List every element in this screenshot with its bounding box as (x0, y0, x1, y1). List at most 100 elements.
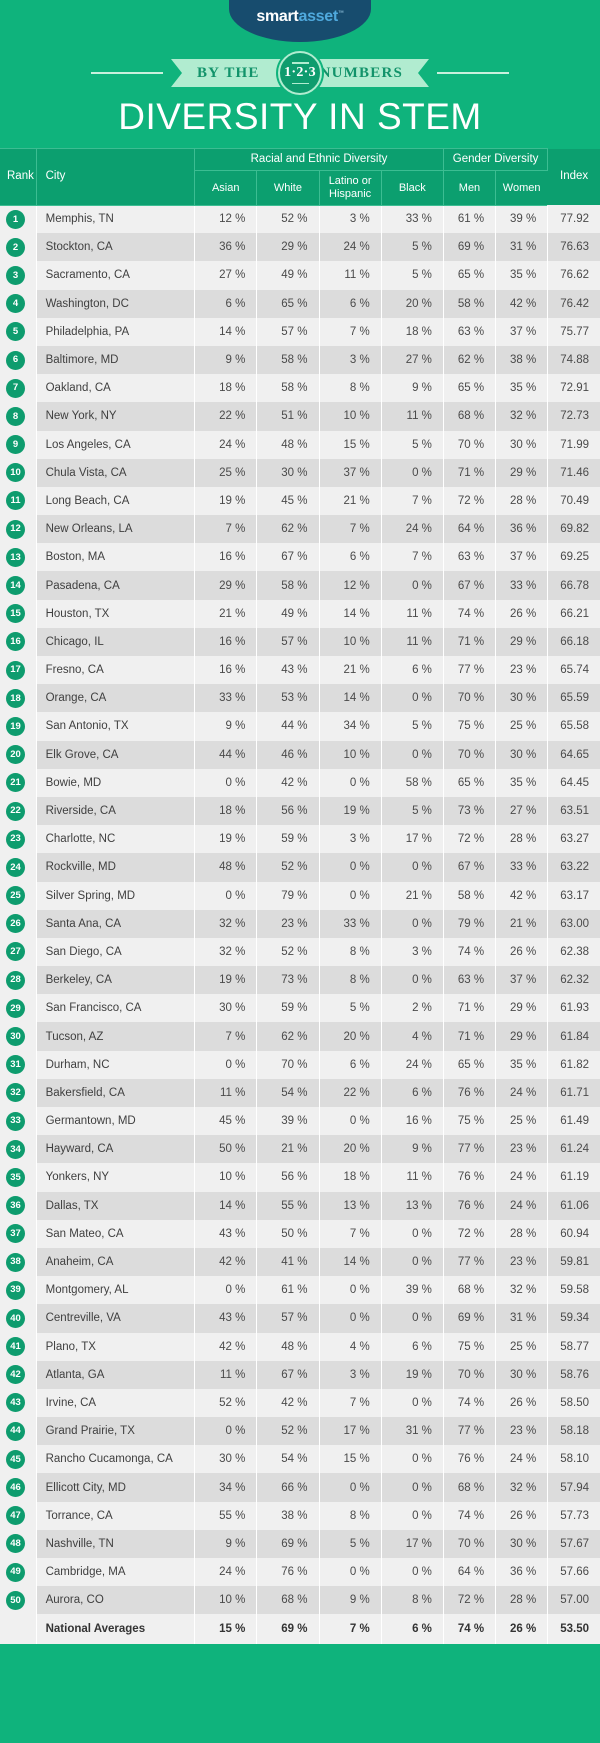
rank-cell: 34 (0, 1135, 37, 1164)
white-cell: 49 % (256, 599, 320, 628)
latino-cell: 7 % (319, 1388, 382, 1418)
column-header-index[interactable]: Index (547, 148, 600, 205)
white-cell: 23 % (256, 909, 320, 938)
rank-cell: 10 (0, 458, 37, 487)
column-header-latino[interactable]: Latino or Hispanic (318, 170, 382, 206)
index-cell: 72.91 (547, 374, 600, 403)
index-cell: 65.58 (547, 712, 600, 741)
women-cell: 36 % (495, 515, 549, 544)
men-cell: 75 % (443, 1332, 497, 1361)
latino-cell: 9 % (319, 1586, 382, 1615)
table-row: 13 Boston, MA 16 % 67 % 6 % 7 % 63 % 37 % 69.25 (0, 543, 600, 572)
index-cell: 62.38 (547, 937, 600, 967)
black-cell: 0 % (381, 740, 444, 769)
city-cell: Torrance, CA (36, 1501, 196, 1530)
city-cell: Grand Prairie, TX (36, 1417, 196, 1446)
smartasset-logo[interactable]: smartasset™ (229, 0, 371, 42)
asian-cell: 30 % (194, 1445, 258, 1474)
rank-cell: 28 (0, 966, 37, 995)
white-cell: 44 % (256, 712, 320, 741)
index-cell: 75.77 (547, 317, 600, 346)
rank-cell: 6 (0, 345, 37, 375)
white-cell: 43 % (256, 656, 320, 685)
rank-cell: 4 (0, 289, 37, 318)
white-cell: 52 % (256, 205, 320, 234)
index-cell: 70.49 (547, 486, 600, 516)
column-header-men[interactable]: Men (442, 170, 497, 206)
city-cell: Centreville, VA (36, 1304, 196, 1333)
men-cell: 68 % (443, 1276, 497, 1305)
white-cell: 57 % (256, 317, 320, 346)
table-row: 48 Nashville, TN 9 % 69 % 5 % 17 % 70 % 30 % 57.… (0, 1529, 600, 1558)
table-row: 8 New York, NY 22 % 51 % 10 % 11 % 68 % 32 % 72.… (0, 402, 600, 431)
white-cell: 59 % (256, 825, 320, 854)
city-cell: San Antonio, TX (36, 712, 196, 741)
table-row: 40 Centreville, VA 43 % 57 % 0 % 0 % 69 % 31 % 5… (0, 1304, 600, 1333)
asian-cell: 6 % (194, 289, 258, 318)
asian-cell: 45 % (194, 1107, 258, 1136)
women-cell: 28 % (495, 1219, 549, 1248)
asian-cell: 14 % (194, 317, 258, 346)
column-header-city[interactable]: City (35, 148, 196, 206)
women-cell: 35 % (495, 374, 549, 403)
white-cell: 48 % (256, 430, 320, 459)
black-cell: 5 % (381, 712, 444, 741)
table-row: 22 Riverside, CA 18 % 56 % 19 % 5 % 73 % 27 % 63… (0, 796, 600, 826)
asian-cell: 27 % (194, 261, 258, 290)
women-cell: 26 % (495, 1388, 549, 1418)
men-cell: 69 % (443, 233, 497, 262)
women-cell: 35 % (495, 261, 549, 290)
city-cell: Hayward, CA (36, 1135, 196, 1164)
footer-asian-cell: 15 % (194, 1614, 258, 1645)
index-cell: 57.66 (547, 1558, 600, 1587)
city-cell: San Francisco, CA (36, 994, 196, 1023)
black-cell: 11 % (381, 1163, 444, 1192)
asian-cell: 36 % (194, 233, 258, 262)
women-cell: 37 % (495, 317, 549, 346)
index-cell: 57.73 (547, 1501, 600, 1530)
city-cell: Chula Vista, CA (36, 458, 196, 487)
black-cell: 11 % (381, 627, 444, 656)
white-cell: 21 % (256, 1135, 320, 1164)
column-header-women[interactable]: Women (495, 170, 549, 206)
table-row: 33 Germantown, MD 45 % 39 % 0 % 16 % 75 % 25 % 6… (0, 1107, 600, 1136)
asian-cell: 9 % (194, 1529, 258, 1558)
rank-badge: 2 (6, 237, 25, 257)
women-cell: 33 % (495, 571, 549, 600)
latino-cell: 10 % (319, 740, 382, 769)
rank-badge: 45 (6, 1449, 25, 1469)
men-cell: 58 % (443, 289, 497, 318)
women-cell: 30 % (495, 430, 549, 459)
black-cell: 7 % (381, 486, 444, 516)
women-cell: 31 % (495, 233, 549, 262)
men-cell: 74 % (443, 599, 497, 628)
men-cell: 69 % (443, 1304, 497, 1333)
index-cell: 61.71 (547, 1078, 600, 1107)
asian-cell: 9 % (194, 712, 258, 741)
index-cell: 76.42 (547, 289, 600, 318)
table-row: 31 Durham, NC 0 % 70 % 6 % 24 % 65 % 35 % 61.82 (0, 1050, 600, 1079)
column-header-black[interactable]: Black (380, 170, 444, 206)
black-cell: 39 % (381, 1276, 444, 1305)
city-cell: New Orleans, LA (36, 515, 196, 544)
column-header-white[interactable]: White (256, 170, 320, 206)
men-cell: 63 % (443, 317, 497, 346)
rank-badge: 11 (6, 491, 25, 511)
women-cell: 26 % (495, 937, 549, 967)
black-cell: 0 % (381, 684, 444, 713)
city-cell: Long Beach, CA (36, 486, 196, 516)
black-cell: 0 % (381, 909, 444, 938)
men-cell: 77 % (443, 1247, 497, 1277)
table-row: 16 Chicago, IL 16 % 57 % 10 % 11 % 71 % 29 % 66.… (0, 627, 600, 656)
column-header-asian[interactable]: Asian (194, 170, 258, 206)
badge-rule-top (291, 62, 309, 64)
white-cell: 38 % (256, 1501, 320, 1530)
women-cell: 24 % (495, 1163, 549, 1192)
asian-cell: 12 % (194, 205, 258, 234)
index-cell: 71.99 (547, 430, 600, 459)
white-cell: 30 % (256, 458, 320, 487)
rank-badge: 6 (6, 350, 25, 370)
black-cell: 0 % (381, 1473, 444, 1502)
latino-cell: 13 % (319, 1191, 382, 1220)
column-header-rank[interactable]: Rank (0, 148, 37, 206)
